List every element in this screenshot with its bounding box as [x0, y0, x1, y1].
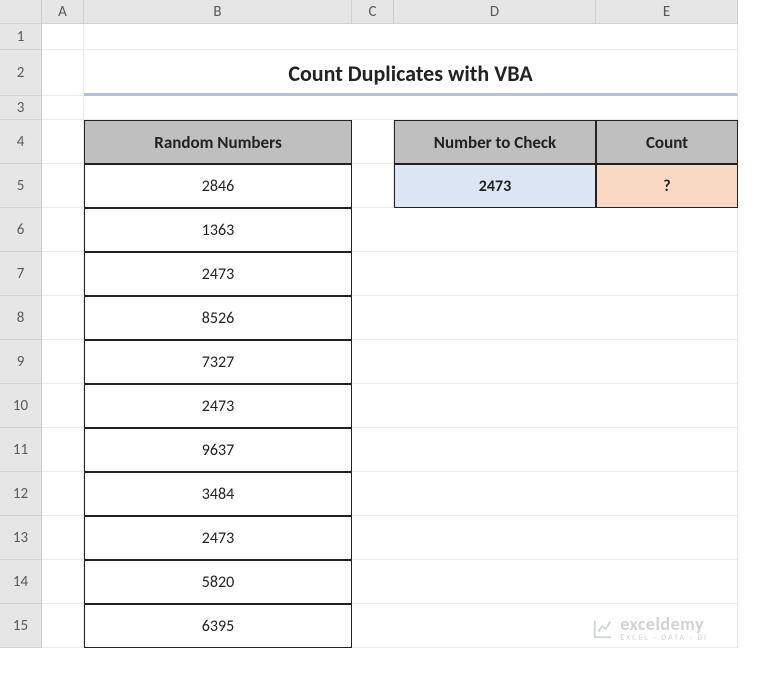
cell-row10-blank[interactable] — [352, 384, 738, 428]
cell-row9-blank[interactable] — [352, 340, 738, 384]
cell-a5[interactable] — [42, 164, 84, 208]
count-value-cell[interactable]: ? — [596, 164, 738, 208]
cell-row8-blank[interactable] — [352, 296, 738, 340]
cell-a14[interactable] — [42, 560, 84, 604]
header-random-numbers[interactable]: Random Numbers — [84, 120, 352, 164]
header-number-to-check[interactable]: Number to Check — [394, 120, 596, 164]
cell-row13-blank[interactable] — [352, 516, 738, 560]
row-hdr-1[interactable]: 1 — [0, 24, 42, 50]
check-value-cell[interactable]: 2473 — [394, 164, 596, 208]
col-hdr-c[interactable]: C — [352, 0, 394, 24]
col-hdr-d[interactable]: D — [394, 0, 596, 24]
cell-row6-blank[interactable] — [352, 208, 738, 252]
random-cell-9[interactable]: 2473 — [84, 516, 352, 560]
row-hdr-6[interactable]: 6 — [0, 208, 42, 252]
cell-row3-blank[interactable] — [84, 96, 738, 120]
row-hdr-15[interactable]: 15 — [0, 604, 42, 648]
page-title: Count Duplicates with VBA — [84, 50, 738, 96]
cell-a11[interactable] — [42, 428, 84, 472]
cell-a2[interactable] — [42, 50, 84, 96]
random-cell-1[interactable]: 2846 — [84, 164, 352, 208]
row-hdr-7[interactable]: 7 — [0, 252, 42, 296]
header-count[interactable]: Count — [596, 120, 738, 164]
col-hdr-b[interactable]: B — [84, 0, 352, 24]
cell-c4[interactable] — [352, 120, 394, 164]
row-hdr-9[interactable]: 9 — [0, 340, 42, 384]
random-cell-7[interactable]: 9637 — [84, 428, 352, 472]
cell-a13[interactable] — [42, 516, 84, 560]
row-hdr-10[interactable]: 10 — [0, 384, 42, 428]
row-hdr-12[interactable]: 12 — [0, 472, 42, 516]
row-hdr-14[interactable]: 14 — [0, 560, 42, 604]
cell-c5[interactable] — [352, 164, 394, 208]
random-cell-3[interactable]: 2473 — [84, 252, 352, 296]
random-cell-6[interactable]: 2473 — [84, 384, 352, 428]
cell-a10[interactable] — [42, 384, 84, 428]
random-cell-8[interactable]: 3484 — [84, 472, 352, 516]
cell-row11-blank[interactable] — [352, 428, 738, 472]
row-hdr-2[interactable]: 2 — [0, 50, 42, 96]
row-hdr-11[interactable]: 11 — [0, 428, 42, 472]
cell-a8[interactable] — [42, 296, 84, 340]
row-hdr-8[interactable]: 8 — [0, 296, 42, 340]
spreadsheet-grid: A B C D E 1 2 3 4 5 6 7 8 9 10 11 12 13 … — [0, 0, 738, 648]
cell-a12[interactable] — [42, 472, 84, 516]
cell-a7[interactable] — [42, 252, 84, 296]
cell-a6[interactable] — [42, 208, 84, 252]
cell-row1-blank[interactable] — [84, 24, 738, 50]
cell-a1[interactable] — [42, 24, 84, 50]
col-hdr-e[interactable]: E — [596, 0, 738, 24]
random-cell-11[interactable]: 6395 — [84, 604, 352, 648]
cell-a15[interactable] — [42, 604, 84, 648]
cell-row7-blank[interactable] — [352, 252, 738, 296]
cell-a4[interactable] — [42, 120, 84, 164]
col-hdr-a[interactable]: A — [42, 0, 84, 24]
cell-row12-blank[interactable] — [352, 472, 738, 516]
random-cell-2[interactable]: 1363 — [84, 208, 352, 252]
cell-row14-blank[interactable] — [352, 560, 738, 604]
row-hdr-4[interactable]: 4 — [0, 120, 42, 164]
cell-a3[interactable] — [42, 96, 84, 120]
row-hdr-3[interactable]: 3 — [0, 96, 42, 120]
random-cell-4[interactable]: 8526 — [84, 296, 352, 340]
row-hdr-13[interactable]: 13 — [0, 516, 42, 560]
select-all-corner[interactable] — [0, 0, 42, 24]
row-hdr-5[interactable]: 5 — [0, 164, 42, 208]
cell-row15-blank[interactable] — [352, 604, 738, 648]
random-cell-10[interactable]: 5820 — [84, 560, 352, 604]
cell-a9[interactable] — [42, 340, 84, 384]
random-cell-5[interactable]: 7327 — [84, 340, 352, 384]
